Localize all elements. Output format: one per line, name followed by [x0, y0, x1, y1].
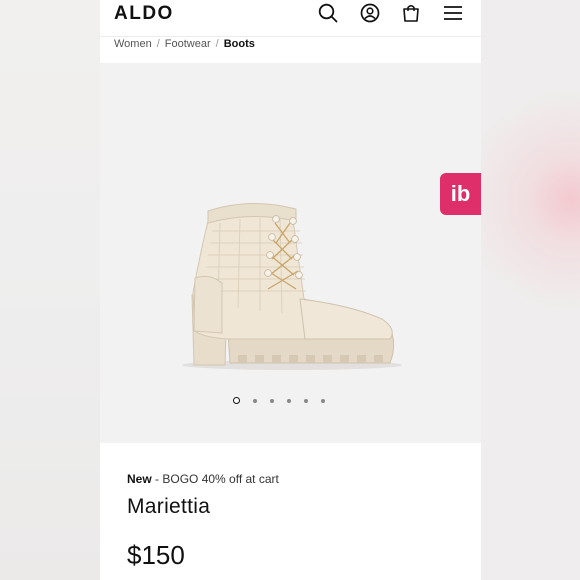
carousel-indicators [233, 397, 325, 404]
carousel-dot[interactable] [287, 398, 291, 403]
account-icon[interactable] [359, 2, 381, 24]
site-header: ALDO [100, 0, 481, 37]
promo-tag: New [127, 472, 152, 486]
breadcrumb-item-women[interactable]: Women [114, 38, 152, 50]
carousel-dot-active[interactable] [233, 397, 240, 404]
background-right [481, 0, 580, 580]
carousel-dot[interactable] [304, 398, 308, 403]
carousel-dot[interactable] [321, 398, 325, 403]
breadcrumb-item-footwear[interactable]: Footwear [165, 38, 211, 50]
carousel-dot[interactable] [253, 398, 257, 403]
product-name: Mariettia [127, 495, 211, 518]
menu-icon[interactable] [442, 2, 464, 24]
search-icon[interactable] [317, 2, 339, 24]
ib-badge[interactable]: ib [440, 173, 481, 215]
product-price: $150 [127, 540, 185, 570]
product-image-gallery[interactable]: ib [100, 63, 481, 443]
product-image [182, 203, 402, 370]
promo-line: New - BOGO 40% off at cart [127, 472, 279, 486]
breadcrumb-separator: / [215, 38, 219, 50]
breadcrumb-current: Boots [223, 38, 255, 50]
background-left [0, 0, 100, 580]
carousel-dot[interactable] [270, 398, 274, 403]
promo-text: - BOGO 40% off at cart [151, 472, 279, 486]
breadcrumb: Women / Footwear / Boots [114, 38, 255, 50]
bag-icon[interactable] [400, 2, 422, 24]
breadcrumb-separator: / [156, 38, 160, 50]
aldo-logo[interactable]: ALDO [114, 3, 174, 25]
product-page: ALDO Women / Footwear / Boots ib New - B… [100, 0, 481, 580]
